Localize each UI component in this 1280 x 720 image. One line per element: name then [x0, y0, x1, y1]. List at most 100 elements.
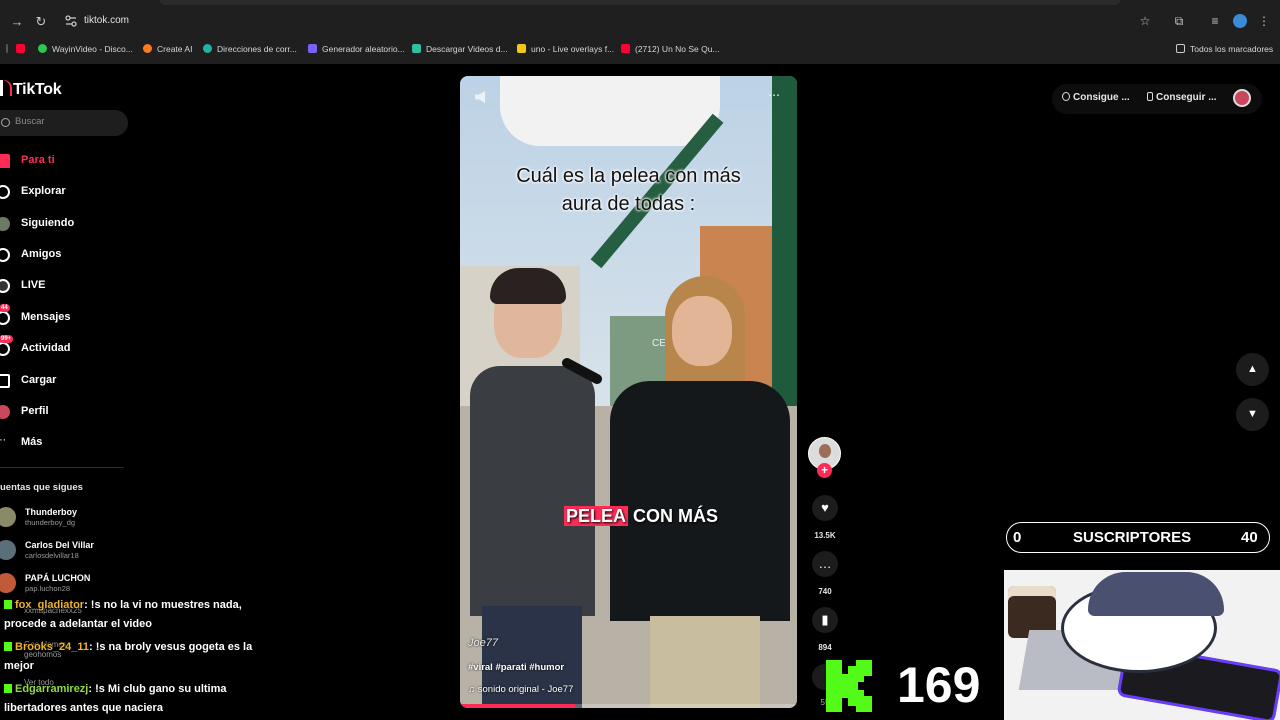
comment-button[interactable]: …	[812, 551, 838, 577]
scroll-up-button[interactable]: ▲	[1236, 353, 1269, 386]
address-bar[interactable]: tiktok.com	[58, 11, 1162, 33]
folder-icon	[1176, 44, 1185, 53]
search-input[interactable]	[15, 116, 115, 127]
sidebar-item-live[interactable]: LIVE	[0, 276, 120, 296]
search-icon	[1, 118, 10, 127]
bookmark-separator	[6, 42, 13, 56]
comment-icon: …	[818, 556, 832, 571]
sidebar-item-actividad[interactable]: 99+ Actividad	[0, 335, 120, 359]
upload-icon	[0, 374, 10, 388]
video-person-right	[610, 276, 790, 708]
video-subtitle: PELEA CON MÁS	[564, 506, 719, 526]
like-button[interactable]: ♥	[812, 495, 838, 521]
bookmark-item[interactable]: Direcciones de corr...	[203, 42, 297, 56]
chevron-up-icon: ▲	[1247, 363, 1258, 375]
avatar	[0, 540, 16, 560]
video-caption: Cuál es la pelea con más aura de todas :	[516, 165, 741, 215]
reload-icon[interactable]: ↻	[32, 13, 50, 31]
tiktok-logo[interactable]: TikTok	[0, 80, 62, 99]
subs-goal: 40	[1241, 529, 1258, 546]
kick-viewer-count: 169	[897, 657, 981, 713]
video-author[interactable]: Joe77	[468, 637, 498, 649]
scroll-down-button[interactable]: ▼	[1236, 398, 1269, 431]
home-icon	[0, 154, 10, 168]
bookmark-item[interactable]: Create AI	[143, 42, 192, 56]
url-text[interactable]: tiktok.com	[84, 15, 129, 26]
subs-label: SUSCRIPTORES	[1073, 529, 1192, 546]
activity-badge: 99+	[0, 335, 14, 343]
top-actions: Consigue ... Conseguir ...	[1052, 84, 1262, 114]
overlay-icon	[517, 44, 526, 53]
messages-badge: 44	[0, 304, 10, 312]
wayin-icon	[38, 44, 47, 53]
video-arch	[500, 76, 720, 146]
save-button[interactable]: ▮	[812, 607, 838, 633]
bookmark-item[interactable]: WayinVideo - Disco...	[38, 42, 133, 56]
sidebar-divider	[0, 467, 124, 468]
video-progress-fill	[460, 704, 575, 708]
bookmark-icon: ▮	[821, 612, 829, 627]
all-bookmarks-folder[interactable]: Todos los marcadores	[1176, 42, 1273, 56]
more-options-icon[interactable]: ⋯	[768, 88, 781, 102]
bookmarks-bar: WayinVideo - Disco... Create AI Direccio…	[0, 40, 1280, 58]
sidebar-item-mas[interactable]: ⋯ Más	[0, 433, 120, 453]
kick-badge-icon	[4, 600, 12, 609]
mascot-cap	[1088, 572, 1224, 616]
chevron-down-icon: ▼	[1247, 408, 1258, 420]
chat-message: Brooks_24_11: !s na broly vesus gogeta e…	[4, 641, 253, 672]
music-note-icon: ♫	[468, 684, 478, 695]
following-icon	[0, 217, 10, 231]
sidebar-item-amigos[interactable]: Amigos	[0, 245, 120, 265]
browser-chrome: → ↻ tiktok.com ☆ ⧉ ≡ ⋮ WayinVideo - Disc…	[0, 0, 1280, 64]
profile-avatar[interactable]	[1233, 89, 1251, 107]
generator-icon	[308, 44, 317, 53]
video-sound[interactable]: ♫ sonido original - Joe77	[468, 684, 573, 695]
site-info-icon[interactable]	[64, 14, 78, 28]
following-account[interactable]: PAPÁ LUCHON pap.luchon28	[0, 571, 130, 597]
tab-strip	[160, 0, 1120, 5]
get-desktop-button[interactable]: Conseguir ...	[1147, 92, 1217, 103]
avatar	[0, 507, 16, 527]
streamer-mascot-overlay	[1004, 570, 1280, 720]
youtube-icon	[621, 44, 630, 53]
following-section-title: uentas que sigues	[0, 482, 83, 493]
messages-icon	[0, 311, 10, 325]
follow-plus-icon[interactable]: +	[817, 463, 832, 478]
sidebar-item-mensajes[interactable]: 44 Mensajes	[0, 304, 120, 328]
tiktok-note-icon	[0, 80, 10, 96]
app-icon	[1062, 92, 1070, 101]
search-box[interactable]	[0, 110, 128, 136]
like-count: 13.5K	[814, 531, 836, 540]
media-control-icon[interactable]: ≡	[1208, 14, 1222, 28]
sidebar-item-explorar[interactable]: Explorar	[0, 182, 120, 202]
bookmark-item[interactable]: (2712) Un No Se Qu...	[621, 42, 720, 56]
extensions-icon[interactable]: ⧉	[1172, 14, 1186, 28]
video-player[interactable]: CERVECERIA Cuál es la pelea con más aura…	[460, 76, 797, 708]
profile-globe-icon[interactable]	[1233, 14, 1247, 28]
bookmark-item[interactable]	[16, 42, 30, 56]
phone-icon	[1147, 92, 1153, 101]
heart-icon: ♥	[821, 500, 829, 515]
video-hashtags[interactable]: #viral #parati #humor	[468, 662, 564, 673]
get-app-button[interactable]: Consigue ...	[1062, 92, 1130, 103]
bookmark-star-icon[interactable]: ☆	[1138, 14, 1152, 28]
following-account[interactable]: Thunderboy thunderboy_dg	[0, 505, 130, 531]
video-progress-bar[interactable]	[460, 704, 797, 708]
mail-icon	[203, 44, 212, 53]
kick-badge-icon	[4, 684, 12, 693]
bookmark-item[interactable]: uno - Live overlays f...	[517, 42, 614, 56]
forward-icon[interactable]: →	[8, 13, 26, 31]
sidebar-item-cargar[interactable]: Cargar	[0, 371, 120, 391]
sidebar-item-para-ti[interactable]: Para ti	[0, 151, 120, 171]
subs-current: 0	[1013, 529, 1022, 546]
subscribers-goal: 0 SUSCRIPTORES 40	[1006, 522, 1270, 553]
comment-count: 740	[818, 587, 832, 596]
activity-icon	[0, 342, 10, 356]
youtube-icon	[16, 44, 25, 53]
following-account[interactable]: Carlos Del Villar carlosdelvillar18	[0, 538, 130, 564]
menu-kebab-icon[interactable]: ⋮	[1257, 14, 1271, 28]
sidebar-item-siguiendo[interactable]: Siguiendo	[0, 214, 120, 234]
bookmark-item[interactable]: Descargar Videos d...	[412, 42, 508, 56]
bookmark-item[interactable]: Generador aleatorio...	[308, 42, 405, 56]
sidebar-item-perfil[interactable]: Perfil	[0, 402, 120, 422]
